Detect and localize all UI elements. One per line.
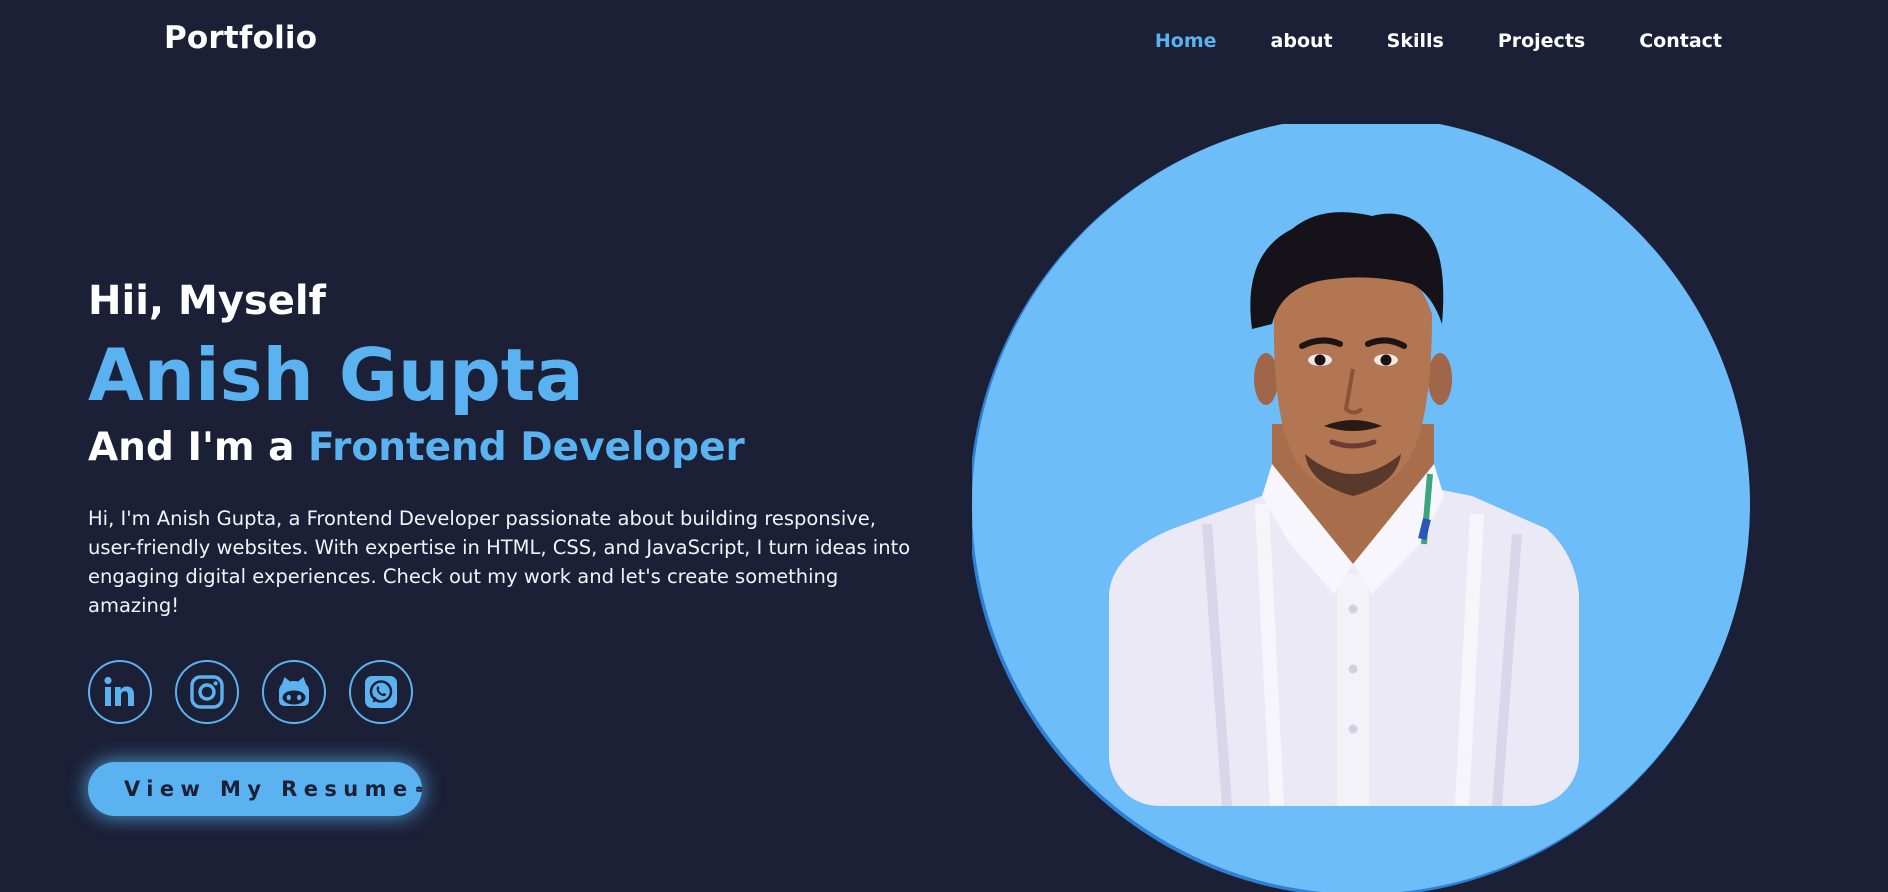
- briefcase-icon: [415, 786, 422, 792]
- linkedin-icon: [104, 676, 134, 706]
- hero-section: Hii, Myself Anish Gupta And I'm a Fronte…: [88, 275, 928, 816]
- github-link[interactable]: [262, 660, 326, 724]
- portfolio-page: Portfolio Home about Skills Projects Con…: [0, 0, 1888, 892]
- linkedin-link[interactable]: [88, 660, 152, 724]
- role-highlight: Frontend Developer: [308, 425, 745, 470]
- hero-role: And I'm a Frontend Developer: [88, 422, 928, 474]
- resume-label: View My Resume: [124, 777, 414, 801]
- instagram-link[interactable]: [175, 660, 239, 724]
- hero-bio: Hi, I'm Anish Gupta, a Frontend Develope…: [88, 507, 911, 617]
- nav-home[interactable]: Home: [1155, 29, 1217, 53]
- greeting: Hii, Myself: [88, 278, 326, 324]
- hero-name: Anish Gupta: [88, 333, 584, 417]
- nav-skills[interactable]: Skills: [1387, 29, 1444, 53]
- nav-projects[interactable]: Projects: [1498, 29, 1585, 53]
- github-icon: [278, 677, 310, 706]
- instagram-icon: [190, 675, 224, 709]
- site-logo[interactable]: Portfolio: [164, 20, 317, 56]
- whatsapp-icon: [365, 676, 397, 708]
- view-resume-button[interactable]: View My Resume: [88, 762, 422, 816]
- social-links: [88, 660, 928, 724]
- main-nav: Home about Skills Projects Contact: [1155, 29, 1722, 53]
- profile-photo-illustration: [969, 116, 1750, 892]
- nav-about[interactable]: about: [1271, 29, 1333, 53]
- profile-photo: [969, 116, 1752, 892]
- role-prefix: And I'm a: [88, 425, 309, 470]
- whatsapp-link[interactable]: [349, 660, 413, 724]
- nav-contact[interactable]: Contact: [1639, 29, 1722, 53]
